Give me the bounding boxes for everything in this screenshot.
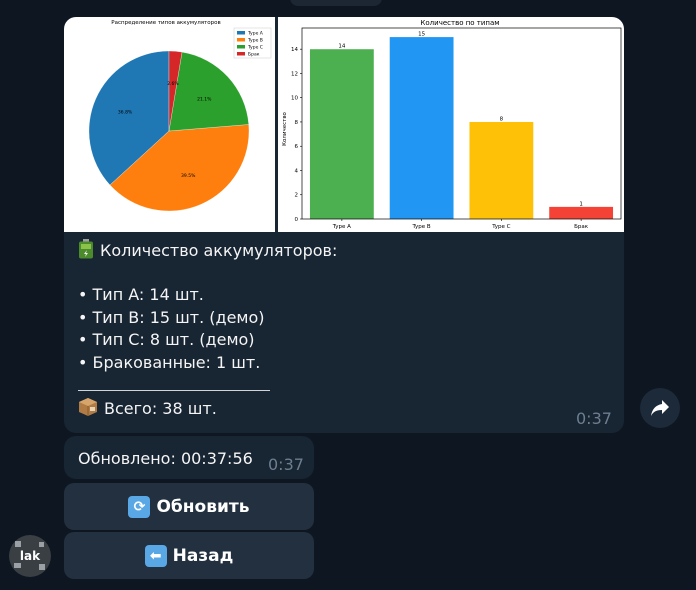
package-icon (78, 397, 98, 424)
refresh-button[interactable]: ⟳ Обновить (64, 483, 314, 530)
pie-legend-label: Брак (248, 52, 260, 58)
bar-xtick-label: Type C (491, 224, 510, 230)
message-line-defective: • Бракованные: 1 шт. (78, 352, 261, 372)
pie-chart: Распределение типов аккумуляторов 36.8% 3… (88, 20, 272, 212)
update-message-text: Обновлено: 00:37:56 (78, 449, 253, 468)
message-time: 0:37 (576, 409, 612, 428)
refresh-icon: ⟳ (128, 495, 151, 518)
bar-value-label: 1 (579, 201, 583, 207)
message-total-row: Всего: 38 шт. (78, 397, 598, 420)
message-heading-row: Количество аккумуляторов: (78, 239, 598, 262)
pie-title: Распределение типов аккумуляторов (111, 20, 220, 26)
pie-slice (168, 51, 249, 132)
bar-rect (309, 49, 374, 219)
back-button-label: Назад (172, 545, 234, 566)
refresh-button-label: Обновить (156, 496, 250, 517)
bar-ytick-label: 2 (295, 193, 299, 199)
bar-value-label: 8 (500, 116, 504, 122)
pie-slice-label: 21.1% (197, 96, 212, 102)
message-text: Количество аккумуляторов: • Тип A: 14 шт… (78, 239, 598, 419)
bar-value-label: 14 (338, 44, 345, 50)
pie-slice-label: 36.8% (118, 110, 133, 116)
bar-ylabel: Количество (282, 111, 288, 145)
message-line-type-a: • Тип A: 14 шт. (78, 285, 204, 304)
bar-ytick-label: 12 (291, 71, 298, 77)
bar-xtick-label: Type B (412, 224, 431, 230)
update-message-bubble: Обновлено: 00:37:56 0:37 (64, 436, 314, 479)
bar-xtick-label: Брак (574, 224, 589, 230)
pie-legend-swatch (237, 52, 245, 56)
bar-ytick-label: 14 (291, 47, 298, 53)
bar-xtick-label: Type A (332, 224, 351, 230)
stats-message-bubble: Распределение типов аккумуляторов 36.8% 3… (64, 17, 624, 433)
bar-ytick-label: 4 (295, 168, 299, 174)
message-line-type-b: • Тип B: 15 шт. (демо) (78, 307, 265, 327)
message-total: Всего: 38 шт. (104, 398, 217, 418)
back-button[interactable]: ⬅ Назад (64, 532, 314, 579)
scroll-date-pill (290, 0, 382, 6)
bar-rect (469, 121, 534, 219)
pie-legend-label: Type B (247, 38, 263, 44)
back-arrow-icon: ⬅ (144, 544, 167, 567)
forward-arrow-icon (651, 400, 669, 416)
forward-button[interactable] (640, 388, 680, 428)
bar-ytick-label: 8 (295, 120, 299, 126)
pie-chart-image: Распределение типов аккумуляторов 36.8% 3… (64, 17, 275, 232)
pie-legend-label: Type A (247, 31, 264, 37)
message-line-type-c: • Тип C: 8 шт. (демо) (78, 330, 255, 349)
bar-value-label: 15 (418, 32, 425, 38)
bar-rect (389, 37, 454, 219)
bot-avatar[interactable]: lak (9, 535, 51, 577)
pie-legend-label: Type C (247, 45, 263, 51)
bar-chart-image: Количество по типам Количество 0 2 4 6 8 10 12… (278, 17, 624, 232)
pie-legend-swatch (237, 45, 245, 49)
message-divider (78, 390, 270, 391)
bar-title: Количество по типам (420, 19, 499, 27)
bar-rect (549, 206, 614, 219)
avatar-text: lak (20, 549, 41, 563)
bar-chart: Количество по типам Количество 0 2 4 6 8 10 12… (282, 19, 622, 230)
pie-legend-swatch (237, 38, 245, 42)
pie-slice-label: 2.6% (167, 81, 179, 87)
pie-legend-swatch (237, 31, 245, 35)
message-heading: Количество аккумуляторов: (100, 241, 338, 260)
bar-ytick-label: 0 (295, 217, 299, 223)
pie-slice-label: 39.5% (181, 173, 196, 179)
bar-ytick-label: 10 (291, 96, 298, 102)
bar-ytick-label: 6 (295, 144, 299, 150)
update-message-time: 0:37 (268, 455, 304, 474)
battery-icon (78, 239, 94, 266)
pie-legend: Type AType BType CБрак (233, 27, 272, 59)
